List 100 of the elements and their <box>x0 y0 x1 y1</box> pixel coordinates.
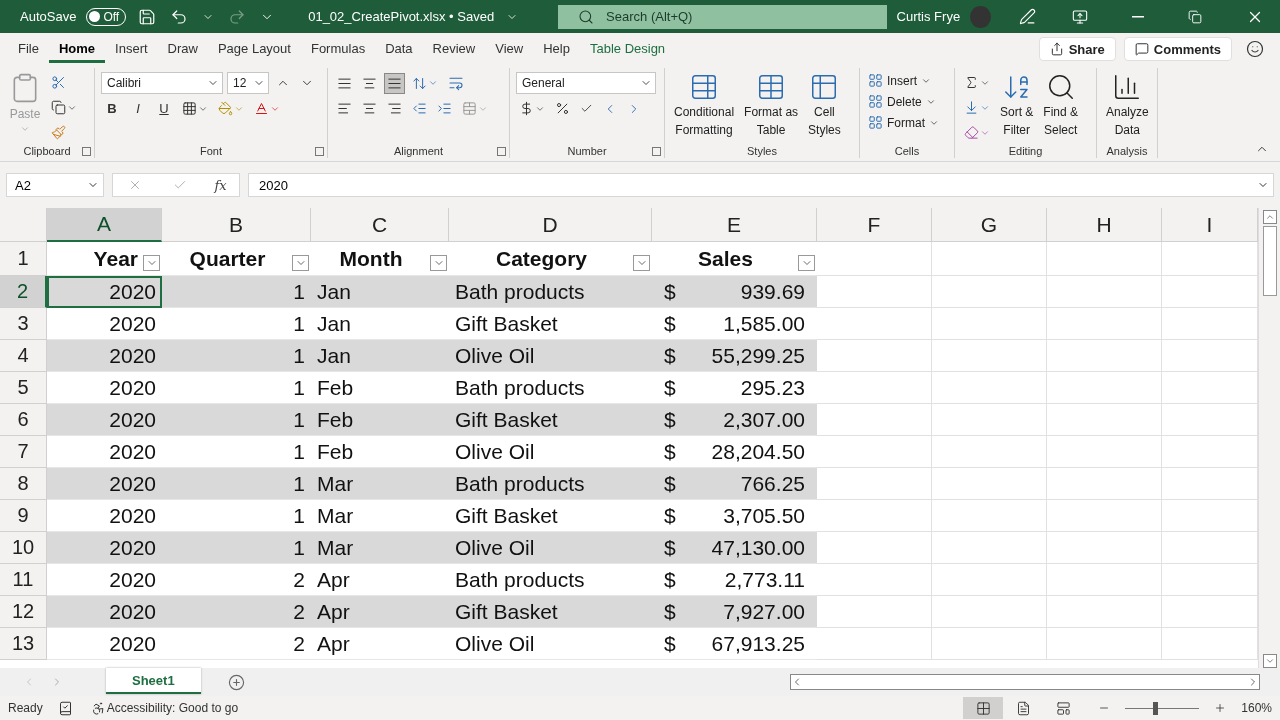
sales-amount: 28,204.50 <box>711 439 805 464</box>
menu-tab[interactable]: Review <box>422 35 486 63</box>
row-header[interactable]: 6 <box>0 404 47 436</box>
sheet-tab[interactable]: Sheet1 <box>106 668 201 694</box>
currency-symbol: $ <box>664 599 676 624</box>
filter-button[interactable] <box>143 255 160 271</box>
editing-button[interactable]: Sort & Filter <box>997 72 1037 138</box>
row-header[interactable]: 3 <box>0 308 47 340</box>
column-header[interactable]: F <box>817 208 932 242</box>
editing-button[interactable]: Find & Select <box>1040 72 1082 138</box>
style-button[interactable]: Format as Table <box>741 72 802 138</box>
row-header[interactable]: 1 <box>0 242 47 276</box>
feedback-button[interactable] <box>1244 38 1266 60</box>
cells-button[interactable]: Insert <box>866 72 933 89</box>
filter-button[interactable] <box>292 255 309 271</box>
table-cell: Mar <box>311 532 449 564</box>
insert-function-button[interactable]: fx <box>214 177 227 193</box>
filter-button[interactable] <box>633 255 650 271</box>
table-cell: Olive Oil <box>449 340 652 372</box>
filter-button[interactable] <box>798 255 815 271</box>
italic-button[interactable]: I <box>127 98 149 119</box>
dialog-launcher-icon[interactable] <box>652 147 661 156</box>
column-header[interactable]: B <box>162 208 311 242</box>
font-name-field[interactable]: Calibri <box>101 72 223 94</box>
autosave-label: AutoSave <box>20 9 77 24</box>
dialog-launcher-icon[interactable] <box>497 147 506 156</box>
table-cell: 1 <box>162 340 311 372</box>
analyze-data-button[interactable]: Analyze Data <box>1103 72 1152 138</box>
table-cell: Gift Basket <box>449 404 652 436</box>
menu-tab[interactable]: Draw <box>157 35 208 63</box>
align-center-icon <box>362 101 377 116</box>
menu-tab[interactable]: Page Layout <box>207 35 301 63</box>
zoom-level[interactable]: 160% <box>1241 701 1272 715</box>
sales-amount: 766.25 <box>740 471 805 496</box>
currency-symbol: $ <box>664 503 676 528</box>
menu-tab[interactable]: File <box>8 35 49 63</box>
dialog-launcher-icon[interactable] <box>82 147 91 156</box>
column-header[interactable]: D <box>449 208 652 242</box>
menu-tab[interactable]: Formulas <box>300 35 376 63</box>
bold-button[interactable]: B <box>101 98 123 119</box>
row-header[interactable]: 2 <box>0 276 47 308</box>
align-right-icon <box>387 101 402 116</box>
underline-button[interactable]: U <box>153 98 175 119</box>
scrollbar-thumb[interactable] <box>1262 226 1277 296</box>
menu-tab[interactable]: Help <box>533 35 580 63</box>
formula-field[interactable]: 2020 <box>248 173 1274 197</box>
table-cell: 1 <box>162 404 311 436</box>
search-field[interactable]: Search (Alt+Q) <box>558 4 887 29</box>
menu-tab[interactable]: Table Design <box>579 35 676 63</box>
menu-tab[interactable]: View <box>485 35 534 63</box>
row-header[interactable]: 4 <box>0 340 47 372</box>
row-header[interactable]: 7 <box>0 436 47 468</box>
percent-icon <box>555 101 570 116</box>
caret-icon <box>20 124 30 134</box>
column-header[interactable]: E <box>652 208 817 242</box>
column-header[interactable]: G <box>932 208 1047 242</box>
zoom-slider-thumb[interactable] <box>1152 701 1158 715</box>
table-header: Quarter <box>189 246 266 271</box>
column-header[interactable]: H <box>1047 208 1162 242</box>
comments-button[interactable]: Comments <box>1123 37 1232 61</box>
name-box[interactable]: A2 <box>6 173 104 197</box>
row-header[interactable]: 9 <box>0 500 47 532</box>
row-header[interactable]: 12 <box>0 596 47 628</box>
share-button[interactable]: Share <box>1038 37 1116 61</box>
column-header[interactable]: C <box>311 208 449 242</box>
table-header: Month <box>339 246 403 271</box>
row-header[interactable]: 8 <box>0 468 47 500</box>
style-button[interactable]: Conditional Formatting <box>671 72 738 138</box>
file-title[interactable]: 01_02_CreatePivot.xlsx • Saved <box>308 9 495 24</box>
pen-button[interactable] <box>1017 6 1038 27</box>
number-format-field[interactable]: General <box>516 72 656 94</box>
style-button[interactable]: Cell Styles <box>805 72 844 138</box>
row-header[interactable]: 10 <box>0 532 47 564</box>
dialog-launcher-icon[interactable] <box>315 147 324 156</box>
menu-tab[interactable]: Insert <box>105 35 158 63</box>
horizontal-scrollbar[interactable] <box>790 674 1260 690</box>
currency-symbol: $ <box>664 471 676 496</box>
cells-button[interactable]: Delete <box>866 93 938 110</box>
scroll-up-button[interactable] <box>1262 210 1277 224</box>
menu-tab[interactable]: Data <box>375 35 423 63</box>
caret-icon <box>428 78 438 88</box>
column-header[interactable]: A <box>47 208 162 242</box>
row-header[interactable]: 11 <box>0 564 47 596</box>
sales-amount: 295.23 <box>740 375 805 400</box>
cells-button[interactable]: Format <box>866 114 941 131</box>
accessibility-button[interactable]: Accessibility: Good to go <box>87 697 242 719</box>
table-cell: 2020 <box>47 340 162 372</box>
font-size-field[interactable]: 12 <box>227 72 269 94</box>
column-header[interactable]: I <box>1162 208 1258 242</box>
row-header[interactable]: 13 <box>0 628 47 660</box>
row-header[interactable]: 5 <box>0 372 47 404</box>
currency-symbol: $ <box>664 311 676 336</box>
group-label: Editing <box>1007 144 1044 158</box>
normal-view-button[interactable] <box>963 697 1004 719</box>
bottom-align-button[interactable] <box>384 72 405 94</box>
minimize-button[interactable] <box>1130 13 1146 20</box>
scroll-down-button[interactable] <box>1262 654 1277 668</box>
table-header: Year <box>93 246 138 271</box>
outdent-icon <box>412 101 427 116</box>
filter-button[interactable] <box>430 255 447 271</box>
